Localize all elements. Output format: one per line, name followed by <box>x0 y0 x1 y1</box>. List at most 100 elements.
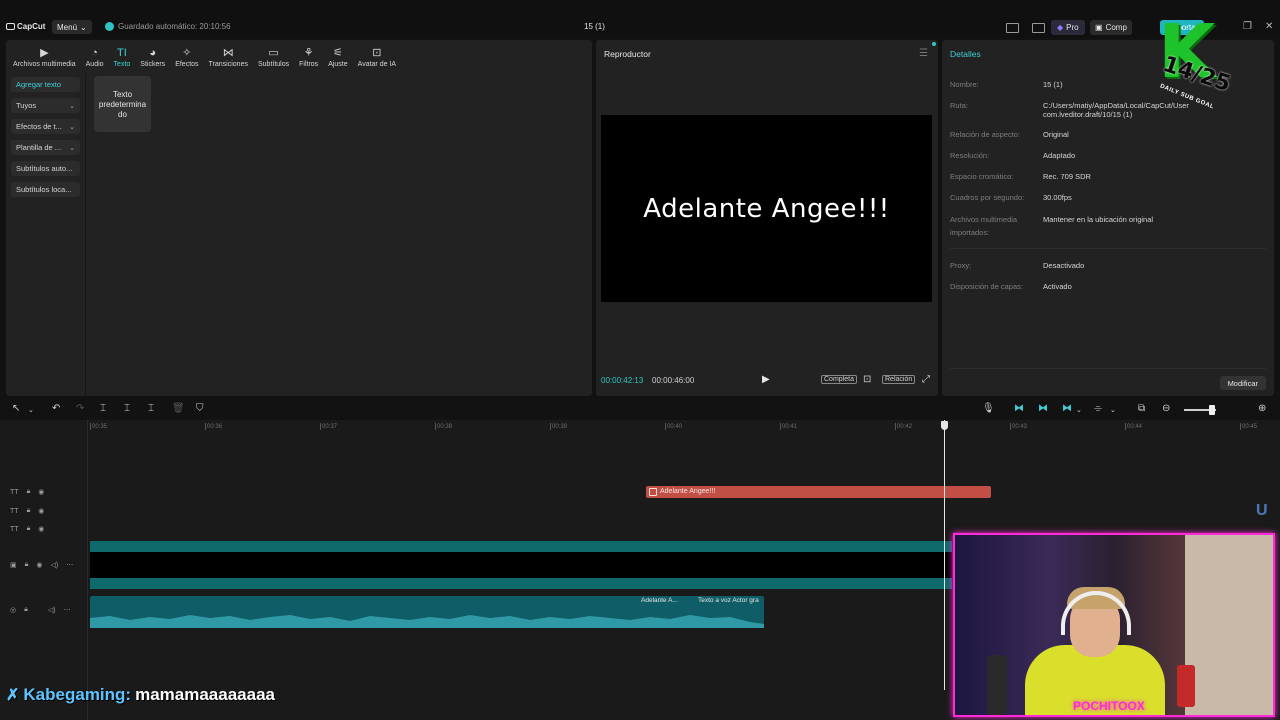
detail-value: 15 (1) <box>1043 80 1063 89</box>
menu-icon[interactable]: ☰ <box>919 48 928 59</box>
nav-local-subtitles[interactable]: Subtítulos loca... <box>11 182 80 197</box>
ruler-tick: 00:42 <box>894 423 913 430</box>
audio-waveform <box>90 615 764 628</box>
chat-badge-icon: ✗ <box>6 687 20 704</box>
tab-audio[interactable]: ◔ Audio <box>81 42 109 69</box>
nav-label: Efectos de t... <box>16 122 62 131</box>
chevron-down-icon[interactable]: ⌄ <box>1110 406 1116 416</box>
zoom-in-icon[interactable]: ⊕ <box>1258 404 1266 414</box>
player-panel: Reproductor ☰ Adelante Angee!!! 00:00:42… <box>596 40 938 396</box>
zoom-slider-handle[interactable] <box>1209 405 1215 415</box>
detail-key: Resolución: <box>950 151 990 160</box>
detail-value: 30.00fps <box>1043 193 1072 202</box>
ruler-tick: 00:44 <box>1124 423 1143 430</box>
playhead-handle[interactable] <box>941 421 948 430</box>
select-tool-icon[interactable]: ↖ <box>12 404 20 414</box>
time-ruler[interactable]: 00:35 00:36 00:37 00:38 00:39 00:40 00:4… <box>89 420 1280 434</box>
video-clip[interactable] <box>90 552 952 578</box>
detail-value: Original <box>1043 130 1069 139</box>
chevron-down-icon[interactable]: ⌄ <box>28 406 34 416</box>
default-text-card[interactable]: Texto predetermina do <box>94 76 151 132</box>
nav-add-text[interactable]: Agregar texto <box>11 77 80 92</box>
split-right-icon[interactable]: ⌶ <box>148 404 154 414</box>
app-logo: CapCut <box>6 22 45 31</box>
video-clip-bottom-band[interactable] <box>90 578 952 589</box>
speaker-icon[interactable]: ◁) <box>48 606 56 614</box>
tab-stickers[interactable]: ◕ Stickers <box>135 42 170 69</box>
more-icon[interactable]: ⋯ <box>64 606 71 614</box>
lock-icon[interactable]: 🔒︎ <box>25 561 29 569</box>
eye-icon[interactable]: ◉ <box>36 561 42 569</box>
media-panel: ▶ Archivos multimedia ◔ Audio TI Texto ◕ Sti… <box>6 40 592 396</box>
nav-templates[interactable]: Plantilla de ... ⌄ <box>11 140 80 155</box>
lock-icon[interactable]: 🔒︎ <box>27 525 31 533</box>
lock-icon[interactable]: 🔒︎ <box>24 606 28 614</box>
playhead[interactable] <box>944 420 945 690</box>
tab-label: Stickers <box>140 61 166 68</box>
eye-icon[interactable]: ◉ <box>38 488 44 496</box>
tab-adjust[interactable]: ⚟ Ajuste <box>323 42 352 69</box>
lock-icon[interactable]: 🔒︎ <box>27 507 31 515</box>
text-clip[interactable]: Adelante Angee!!! <box>646 486 991 498</box>
screenshot-icon[interactable]: ⊡ <box>863 374 871 385</box>
tab-filters[interactable]: ⚘ Filtros <box>294 42 323 69</box>
delete-icon[interactable]: 🗑 <box>172 404 185 414</box>
more-icon[interactable]: ⋯ <box>66 561 73 569</box>
full-quality-button[interactable]: Completa <box>821 375 857 384</box>
tab-effects[interactable]: ✧ Efectos <box>170 42 203 69</box>
undo-icon[interactable]: ↶ <box>52 404 60 414</box>
modify-button[interactable]: Modificar <box>1219 376 1266 390</box>
details-title: Detalles <box>950 49 981 59</box>
zoom-out-icon[interactable]: ⊖ <box>1162 404 1170 414</box>
divider <box>950 368 1266 369</box>
redo-icon[interactable]: ↷ <box>76 404 84 414</box>
tab-subtitles[interactable]: ▭ Subtítulos <box>253 42 294 69</box>
tab-label: Avatar de IA <box>357 61 397 68</box>
tab-ai-avatar[interactable]: ⊡ Avatar de IA <box>353 42 401 69</box>
chevron-down-icon[interactable]: ⌄ <box>1076 406 1082 416</box>
nav-text-effects[interactable]: Efectos de t... ⌄ <box>11 119 80 134</box>
nav-label: Subtítulos auto... <box>16 164 73 173</box>
nav-auto-subtitles[interactable]: Subtítulos auto... <box>11 161 80 176</box>
preview-axis-icon[interactable]: ⌯ <box>1094 404 1102 414</box>
text-track-icon: TT <box>10 507 19 515</box>
eye-icon[interactable]: ◉ <box>38 525 44 533</box>
layout-icon[interactable] <box>1006 23 1019 33</box>
track-header-text-3: TT 🔒︎ ◉ <box>10 525 44 533</box>
tab-text[interactable]: TI Texto <box>109 42 136 69</box>
chat-message: ✗ Kabegaming: mamamaaaaaaaa <box>6 685 275 705</box>
fullscreen-icon[interactable]: ⤢ <box>922 374 930 385</box>
menu-button[interactable]: Menú ⌄ <box>52 20 92 34</box>
pro-button[interactable]: ◆ Pro <box>1051 20 1085 35</box>
pro-label: Pro <box>1066 23 1079 32</box>
nav-yours[interactable]: Tuyos ⌄ <box>11 98 80 113</box>
lock-icon[interactable]: 🔒︎ <box>27 488 31 496</box>
linkage-icon[interactable]: ⧓ <box>1062 404 1072 414</box>
marker-icon[interactable]: ⛉ <box>196 404 204 414</box>
split-left-icon[interactable]: ⌶ <box>124 404 130 414</box>
share-button[interactable]: ▣ Comp <box>1090 20 1132 35</box>
video-clip-top-band[interactable] <box>90 541 952 552</box>
video-preview[interactable]: Adelante Angee!!! <box>601 115 932 302</box>
speaker-icon[interactable]: ◁) <box>50 561 58 569</box>
webcam-overlay: POCHITOOX <box>953 533 1275 717</box>
audio-track-icon: ◎ <box>10 607 17 614</box>
play-icon[interactable]: ▶ <box>762 374 770 385</box>
eye-icon[interactable]: ◉ <box>38 507 44 515</box>
subtitles-icon: ▭ <box>268 47 279 59</box>
microphone-icon[interactable]: 🎙 <box>982 404 995 414</box>
detail-value: Mantener en la ubicación original <box>1043 215 1154 224</box>
tab-transitions[interactable]: ⋈ Transiciones <box>204 42 253 69</box>
link-main-track-icon[interactable]: ⧓ <box>1014 404 1024 414</box>
tab-media[interactable]: ▶ Archivos multimedia <box>8 42 81 69</box>
webcam-bottle <box>987 655 1007 715</box>
media-tabs: ▶ Archivos multimedia ◔ Audio TI Texto ◕ Sti… <box>6 40 592 69</box>
magnet-icon[interactable]: ⧓ <box>1038 404 1048 414</box>
caption-icon[interactable]: ⧉ <box>1138 404 1145 414</box>
shortcut-icon[interactable] <box>1032 23 1045 33</box>
tab-label: Filtros <box>299 61 319 68</box>
split-icon[interactable]: ⌶ <box>100 404 106 414</box>
overlay-text-fragment: U <box>1256 502 1268 519</box>
ruler-tick: 00:37 <box>319 423 338 430</box>
aspect-ratio-button[interactable]: Relación <box>882 375 916 384</box>
